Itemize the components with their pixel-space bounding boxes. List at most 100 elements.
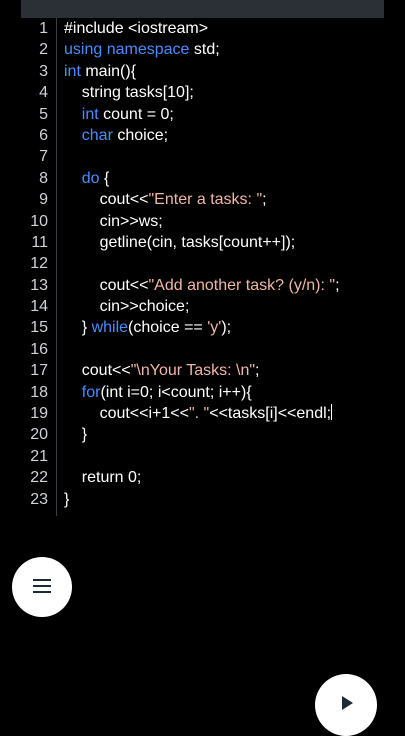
code-token: cin>>choice;	[64, 298, 190, 316]
code-line[interactable]: 8 do {	[21, 168, 384, 189]
line-number: 8	[39, 169, 48, 187]
code-token: return 0;	[64, 469, 142, 487]
code-string: "Enter a tasks: "	[148, 191, 263, 209]
code-text[interactable]: using namespace std;	[64, 39, 220, 60]
line-number: 7	[39, 148, 48, 166]
code-token: {	[99, 169, 110, 187]
line-number: 15	[30, 319, 48, 337]
line-number: 16	[30, 340, 48, 358]
hamburger-menu-icon	[33, 579, 51, 593]
code-line[interactable]: 15 } while(choice == 'y');	[21, 317, 384, 338]
code-keyword: int	[64, 62, 81, 80]
text-cursor	[331, 404, 333, 421]
line-number: 14	[30, 298, 48, 316]
code-line[interactable]: 23}	[21, 489, 384, 510]
line-number: 9	[39, 191, 48, 209]
code-token: ;	[255, 362, 260, 380]
code-string: "\nYour Tasks: \n"	[130, 362, 256, 380]
code-line[interactable]: 4 string tasks[10];	[21, 82, 384, 103]
code-text[interactable]: cout<<"Add another task? (y/n): ";	[64, 275, 340, 296]
code-token: std;	[189, 41, 220, 59]
line-number: 13	[30, 276, 48, 294]
code-line[interactable]: 21	[21, 446, 384, 467]
code-text[interactable]: getline(cin, tasks[count++]);	[64, 232, 296, 253]
run-button[interactable]	[315, 674, 377, 736]
code-text[interactable]: string tasks[10];	[64, 82, 194, 103]
code-text[interactable]: return 0;	[64, 467, 142, 488]
code-text[interactable]: } while(choice == 'y');	[64, 317, 231, 338]
code-line[interactable]: 5 int count = 0;	[21, 104, 384, 125]
code-line[interactable]: 11 getline(cin, tasks[count++]);	[21, 232, 384, 253]
code-line[interactable]: 14 cin>>choice;	[21, 296, 384, 317]
code-token: cin>>ws;	[64, 212, 163, 230]
code-keyword: for	[81, 383, 101, 401]
code-string: "Add another task? (y/n): "	[148, 276, 336, 294]
code-text[interactable]: do {	[64, 168, 110, 189]
code-line[interactable]: 6 char choice;	[21, 125, 384, 146]
code-token: main(){	[80, 62, 137, 80]
code-line[interactable]: 7	[21, 146, 384, 167]
code-text[interactable]: char choice;	[64, 125, 168, 146]
code-token: cout<<i+1<<	[64, 405, 189, 423]
code-token: cout<<	[64, 362, 131, 380]
code-token: ;	[335, 276, 340, 294]
code-line[interactable]: 12	[21, 253, 384, 274]
code-text[interactable]: int count = 0;	[64, 104, 174, 125]
code-text[interactable]: }	[64, 489, 69, 510]
code-token: (int i=0; i<count; i++){	[100, 383, 252, 401]
line-number: 10	[30, 212, 48, 230]
code-text[interactable]: int main(){	[64, 61, 136, 82]
code-keyword: do	[81, 169, 100, 187]
code-string: ". "	[188, 405, 210, 423]
code-line[interactable]: 10 cin>>ws;	[21, 211, 384, 232]
line-number: 6	[39, 126, 48, 144]
code-text[interactable]: cout<<i+1<<". "<<tasks[i]<<endl;	[64, 403, 333, 424]
line-number: 18	[30, 383, 48, 401]
code-line[interactable]: 19 cout<<i+1<<". "<<tasks[i]<<endl;	[21, 403, 384, 424]
code-token: cout<<	[64, 191, 149, 209]
code-text[interactable]: cin>>choice;	[64, 296, 190, 317]
code-token: }	[64, 490, 70, 508]
code-line[interactable]: 13 cout<<"Add another task? (y/n): ";	[21, 275, 384, 296]
code-token: choice;	[112, 126, 169, 144]
code-text[interactable]: cout<<"Enter a tasks: ";	[64, 189, 267, 210]
code-lines[interactable]: 1 #include <iostream> 2 using namespace std…	[21, 18, 384, 510]
menu-button[interactable]	[12, 557, 72, 617]
code-token: }	[64, 426, 88, 444]
code-line[interactable]: 22 return 0;	[21, 467, 384, 488]
code-text[interactable]: cin>>ws;	[64, 211, 163, 232]
code-text[interactable]: for(int i=0; i<count; i++){	[64, 382, 252, 403]
line-number: 21	[30, 447, 48, 465]
code-token: );	[221, 319, 232, 337]
code-line[interactable]: 1 #include <iostream>	[21, 18, 384, 39]
code-line[interactable]: 3 int main(){	[21, 61, 384, 82]
line-number: 3	[39, 62, 48, 80]
editor-top-bar	[21, 0, 384, 18]
line-number: 12	[30, 255, 48, 273]
code-line[interactable]: 16	[21, 339, 384, 360]
code-editor[interactable]: 1 #include <iostream> 2 using namespace std…	[21, 18, 384, 720]
line-number: 11	[31, 233, 48, 251]
code-line[interactable]: 18 for(int i=0; i<count; i++){	[21, 382, 384, 403]
line-number: 1	[39, 20, 48, 37]
code-token: (choice ==	[128, 319, 208, 337]
code-keyword: int	[81, 105, 99, 123]
line-number: 20	[30, 426, 48, 444]
line-number: 2	[39, 41, 48, 59]
line-number: 4	[39, 84, 48, 102]
code-text[interactable]: }	[64, 424, 87, 445]
code-text[interactable]: #include <iostream>	[64, 18, 208, 39]
code-line[interactable]: 17 cout<<"\nYour Tasks: \n";	[21, 360, 384, 381]
code-line[interactable]: 20 }	[21, 424, 384, 445]
code-token: }	[64, 319, 92, 337]
code-string: 'y'	[207, 319, 222, 337]
code-line[interactable]: 2 using namespace std;	[21, 39, 384, 60]
code-token: #include <iostream>	[64, 20, 209, 37]
code-text[interactable]: cout<<"\nYour Tasks: \n";	[64, 360, 260, 381]
code-keyword: using namespace	[64, 41, 190, 59]
code-line[interactable]: 9 cout<<"Enter a tasks: ";	[21, 189, 384, 210]
code-token: <<tasks[i]<<endl;	[209, 405, 332, 423]
